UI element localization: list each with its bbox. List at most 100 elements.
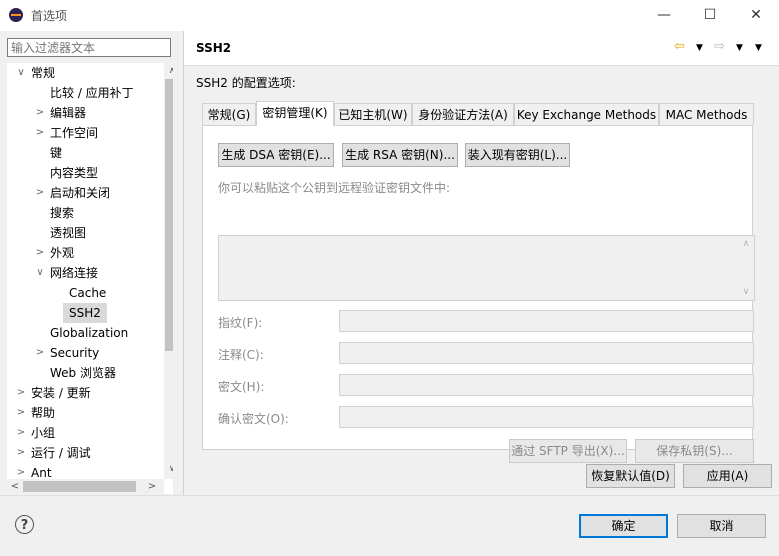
tree-item-label: Globalization: [50, 326, 129, 340]
tree-item[interactable]: Globalization: [50, 323, 128, 343]
load-existing-key-button[interactable]: 装入现有密钥(L)...: [465, 143, 570, 167]
ok-button[interactable]: 确定: [579, 514, 668, 538]
export-via-sftp-button: 通过 SFTP 导出(X)...: [509, 439, 627, 463]
tree-item-label: 内容类型: [50, 166, 99, 180]
fingerprint-field: [339, 310, 754, 332]
comment-label: 注释(C):: [218, 348, 264, 362]
tree-item[interactable]: > 运行 / 调试: [17, 443, 91, 463]
view-menu-icon[interactable]: ▼: [755, 43, 762, 53]
public-key-textarea[interactable]: ∧ ∨: [218, 235, 755, 301]
tree-item-label: 外观: [50, 246, 75, 260]
tree-item[interactable]: > 帮助: [17, 403, 56, 423]
tree-item[interactable]: 内容类型: [50, 163, 98, 183]
forward-menu-chevron-icon[interactable]: ▼: [736, 43, 743, 53]
scroll-right-icon[interactable]: >: [144, 479, 160, 494]
preferences-tree: ∨ 常规 比较 / 应用补丁 > 编辑器 > 工作空间键内容类型 > 启动和关闭 搜索 透视图 > 外观…: [7, 63, 173, 494]
tree-item[interactable]: ∨ 网络连接: [36, 263, 99, 283]
expand-chevron-icon[interactable]: >: [16, 383, 26, 403]
passphrase-label: 密文(H):: [218, 380, 265, 394]
tree-item-label: 运行 / 调试: [31, 446, 91, 460]
tree-item-label: 启动和关闭: [50, 186, 111, 200]
minimize-button[interactable]: —: [641, 0, 687, 31]
tab-key-exchange[interactable]: Key Exchange Methods: [514, 103, 659, 125]
close-button[interactable]: ✕: [733, 0, 779, 31]
collapse-chevron-icon[interactable]: ∨: [35, 263, 45, 283]
textarea-scroll-down-icon: ∨: [742, 287, 750, 297]
tree-item-label: 网络连接: [50, 266, 99, 280]
tree-item[interactable]: Cache: [69, 283, 106, 303]
help-icon[interactable]: ?: [15, 515, 34, 534]
tree-item-label: 安装 / 更新: [31, 386, 91, 400]
tree-item-label: SSH2: [69, 306, 101, 320]
cancel-button[interactable]: 取消: [677, 514, 766, 538]
hscroll-thumb[interactable]: [23, 481, 136, 492]
tree-item[interactable]: > 工作空间: [36, 123, 99, 143]
apply-button[interactable]: 应用(A): [683, 464, 772, 488]
tree-item[interactable]: > 启动和关闭: [36, 183, 111, 203]
back-arrow-icon[interactable]: ⇦: [674, 39, 685, 54]
tab-mac-methods[interactable]: MAC Methods: [659, 103, 754, 125]
window-title: 首选项: [31, 9, 68, 23]
tab-general[interactable]: 常规(G): [202, 103, 256, 125]
preference-page: SSH2 ⇦ ▼ ⇨ ▼ ▼ SSH2 的配置选项: 常规(G) 密钥管理(K)…: [184, 31, 779, 495]
tree-item-label: 工作空间: [50, 126, 99, 140]
tree-item-label: Web 浏览器: [50, 366, 116, 380]
tab-auth-methods[interactable]: 身份验证方法(A): [412, 103, 514, 125]
tree-item-label: 常规: [31, 66, 56, 80]
title-bar: 首选项 — ☐ ✕: [0, 0, 779, 31]
expand-chevron-icon[interactable]: >: [16, 403, 26, 423]
forward-arrow-icon[interactable]: ⇨: [714, 39, 725, 54]
tree-item[interactable]: > 外观: [36, 243, 75, 263]
filter-input[interactable]: [7, 38, 171, 57]
tree-item-label: Ant: [31, 466, 52, 480]
tree-item-label: 搜索: [50, 206, 75, 220]
confirm-passphrase-label: 确认密文(O):: [218, 412, 289, 426]
tab-key-management[interactable]: 密钥管理(K): [256, 101, 334, 126]
tree-horizontal-scrollbar[interactable]: < >: [7, 479, 164, 494]
eclipse-app-icon: [9, 8, 23, 22]
maximize-button[interactable]: ☐: [687, 0, 733, 31]
tree-item[interactable]: > 安装 / 更新: [17, 383, 91, 403]
scroll-thumb[interactable]: [165, 79, 173, 351]
tree-item[interactable]: Web 浏览器: [50, 363, 116, 383]
scroll-up-icon[interactable]: ∧: [164, 63, 173, 79]
back-menu-chevron-icon[interactable]: ▼: [696, 43, 703, 53]
collapse-chevron-icon[interactable]: ∨: [16, 63, 26, 83]
generate-rsa-key-button[interactable]: 生成 RSA 密钥(N)...: [342, 143, 458, 167]
tree-item[interactable]: SSH2: [63, 303, 107, 323]
tree-item-label: 键: [50, 146, 63, 160]
tree-item[interactable]: 比较 / 应用补丁: [50, 83, 134, 103]
tree-item-label: 帮助: [31, 406, 56, 420]
tree-item-label: 小组: [31, 426, 56, 440]
scroll-left-icon[interactable]: <: [7, 479, 23, 494]
tree-vertical-scrollbar[interactable]: ∧ ∨: [164, 63, 173, 479]
tree-item-label: 比较 / 应用补丁: [50, 86, 134, 100]
tree-item-label: Security: [50, 346, 100, 360]
confirm-passphrase-field: [339, 406, 754, 428]
tree-item-label: 透视图: [50, 226, 87, 240]
tree-item[interactable]: ∨ 常规: [17, 63, 56, 83]
expand-chevron-icon[interactable]: >: [35, 123, 45, 143]
tree-item[interactable]: > Security: [36, 343, 100, 363]
restore-defaults-button[interactable]: 恢复默认值(D): [586, 464, 675, 488]
key-management-panel: 生成 DSA 密钥(E)... 生成 RSA 密钥(N)... 装入现有密钥(L…: [202, 125, 755, 463]
expand-chevron-icon[interactable]: >: [16, 443, 26, 463]
expand-chevron-icon[interactable]: >: [35, 243, 45, 263]
generate-dsa-key-button[interactable]: 生成 DSA 密钥(E)...: [218, 143, 334, 167]
comment-field: [339, 342, 754, 364]
textarea-scroll-up-icon: ∧: [742, 239, 750, 249]
tab-known-hosts[interactable]: 已知主机(W): [334, 103, 412, 125]
tree-item[interactable]: 搜索: [50, 203, 74, 223]
tree-item[interactable]: 透视图: [50, 223, 86, 243]
tree-item[interactable]: > 编辑器: [36, 103, 86, 123]
textarea-scrollbar: ∧ ∨: [738, 236, 754, 300]
scroll-down-icon[interactable]: ∨: [164, 461, 173, 477]
save-private-key-button: 保存私钥(S)...: [635, 439, 754, 463]
expand-chevron-icon[interactable]: >: [16, 423, 26, 443]
expand-chevron-icon[interactable]: >: [35, 343, 45, 363]
tree-item[interactable]: 键: [50, 143, 62, 163]
paste-public-key-label: 你可以粘贴这个公钥到远程验证密钥文件中:: [218, 181, 451, 195]
expand-chevron-icon[interactable]: >: [35, 183, 45, 203]
tree-item[interactable]: > 小组: [17, 423, 56, 443]
expand-chevron-icon[interactable]: >: [35, 103, 45, 123]
